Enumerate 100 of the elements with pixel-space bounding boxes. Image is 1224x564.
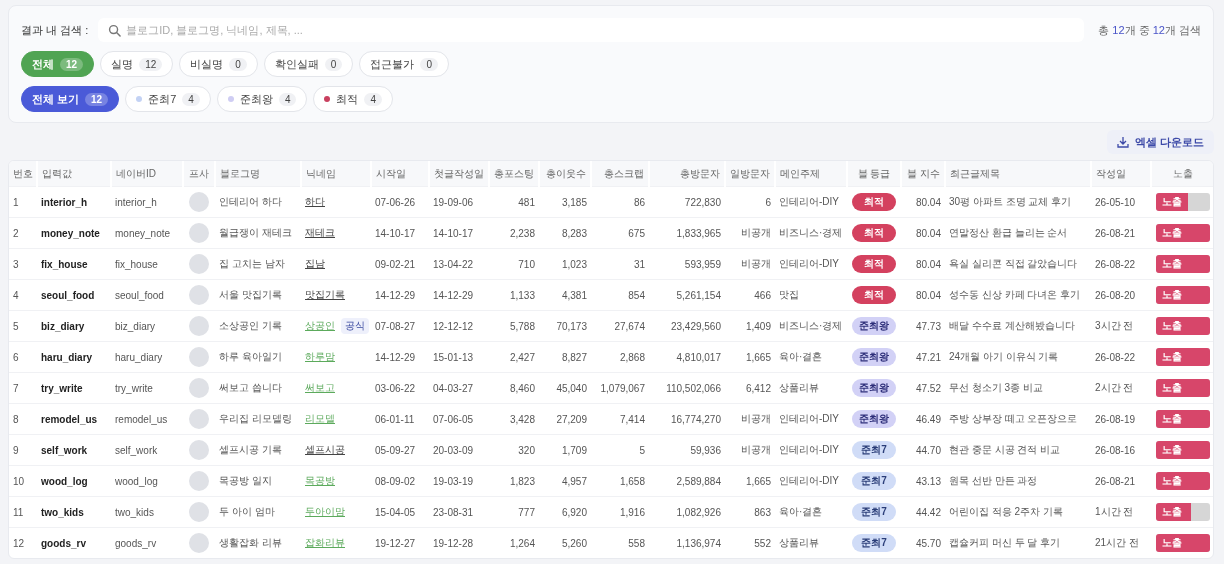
nickname-link[interactable]: 리모델	[305, 412, 335, 426]
table-cell: 1,665	[725, 465, 775, 497]
nickname-link[interactable]: 두아이맘	[305, 505, 345, 519]
grade-badge: 최적	[852, 224, 896, 242]
table-cell: 04-03-27	[429, 372, 489, 404]
filter-chip[interactable]: 전체 12	[21, 51, 95, 77]
table-cell: 23,429,560	[649, 310, 725, 342]
exposure-bar[interactable]: 노출	[1156, 286, 1210, 304]
grade-badge: 준최7	[852, 472, 896, 490]
table-cell: 3시간 전	[1091, 310, 1151, 342]
exposure-bar[interactable]: 노출	[1156, 534, 1210, 552]
table-cell: 3,185	[539, 186, 591, 218]
table-cell: haru_diary	[111, 341, 183, 373]
table-cell: two_kids	[111, 496, 183, 528]
table-cell: 59,936	[649, 434, 725, 466]
table-cell: 07-06-26	[371, 186, 429, 218]
table-cell: 19-09-06	[429, 186, 489, 218]
nickname-link[interactable]: 하다	[305, 195, 325, 209]
table-cell: 44.42	[901, 496, 945, 528]
table-cell: 1,665	[725, 341, 775, 373]
exposure-bar[interactable]: 노출	[1156, 503, 1210, 521]
table-cell: 2,589,884	[649, 465, 725, 497]
table-cell: self_work	[37, 434, 111, 466]
filter-chip[interactable]: 비실명 0	[179, 51, 258, 77]
table-cell: 12	[9, 527, 37, 558]
nickname-link[interactable]: 목공방	[305, 474, 335, 488]
search-label: 결과 내 검색 :	[21, 22, 89, 38]
filter-chip[interactable]: 실명 12	[100, 51, 174, 77]
avatar-icon	[189, 316, 209, 336]
exposure-bar[interactable]: 노출	[1156, 255, 1210, 273]
nickname-link[interactable]: 하루맘	[305, 350, 335, 364]
table-cell: 6,412	[725, 372, 775, 404]
table-cell: 8,460	[489, 372, 539, 404]
nickname-link[interactable]: 써보고	[305, 381, 335, 395]
table-cell: 비공개	[725, 248, 775, 280]
table-cell: 1시간 전	[1091, 496, 1151, 528]
excel-download-button[interactable]: 엑셀 다운로드	[1106, 130, 1214, 154]
table-cell: 배달 수수료 계산해봤습니다	[945, 310, 1091, 342]
table-cell: 셀프시공 기록	[215, 434, 301, 466]
column-header: 메인주제	[775, 161, 847, 187]
table-cell: 481	[489, 186, 539, 218]
table-cell: seoul_food	[111, 279, 183, 311]
column-header: 첫글작성일	[429, 161, 489, 187]
table-cell: 31	[591, 248, 649, 280]
table-cell: 777	[489, 496, 539, 528]
exposure-bar[interactable]: 노출	[1156, 441, 1210, 459]
nickname-link[interactable]: 재테크	[305, 226, 335, 240]
table-cell: 육아·결혼	[775, 341, 847, 373]
search-field[interactable]: 블로그ID, 블로그명, 닉네임, 제목, ...	[98, 18, 1085, 42]
table-cell: 6	[725, 186, 775, 218]
table-cell: 5,260	[539, 527, 591, 558]
table-cell: 4,381	[539, 279, 591, 311]
nickname-link[interactable]: 맛집기록	[305, 288, 345, 302]
grade-badge: 준최왕	[852, 317, 896, 335]
table-cell: 05-09-27	[371, 434, 429, 466]
exposure-bar[interactable]: 노출	[1156, 472, 1210, 490]
column-header: 번호	[9, 161, 37, 187]
table-cell: 7,414	[591, 403, 649, 435]
table-cell: 8,283	[539, 217, 591, 249]
column-header: 블 지수	[901, 161, 945, 187]
column-header: 블 등급	[847, 161, 901, 187]
grade-badge: 최적	[852, 193, 896, 211]
table-cell: 45.70	[901, 527, 945, 558]
nickname-link[interactable]: 집남	[305, 257, 325, 271]
exposure-bar[interactable]: 노출	[1156, 193, 1210, 211]
grade-filter-chip[interactable]: 전체 보기 12	[21, 86, 120, 112]
table-cell: 1,264	[489, 527, 539, 558]
grade-filter-chip[interactable]: 최적 4	[313, 86, 393, 112]
grade-badge: 준최왕	[852, 379, 896, 397]
table-cell: 19-12-27	[371, 527, 429, 558]
filter-chip[interactable]: 확인실패 0	[263, 51, 354, 77]
grade-filter-chip[interactable]: 준최왕 4	[216, 86, 308, 112]
exposure-bar[interactable]: 노출	[1156, 379, 1210, 397]
exposure-bar[interactable]: 노출	[1156, 348, 1210, 366]
table-cell: 110,502,066	[649, 372, 725, 404]
filter-chip[interactable]: 접근불가 0	[359, 51, 449, 77]
grade-badge: 최적	[852, 255, 896, 273]
table-cell: 20-03-09	[429, 434, 489, 466]
table-cell: 1,023	[539, 248, 591, 280]
table-cell: 목공방 일지	[215, 465, 301, 497]
table-cell: 서울 맛집기록	[215, 279, 301, 311]
table-cell: 45,040	[539, 372, 591, 404]
table-cell: interior_h	[111, 186, 183, 218]
nickname-link[interactable]: 상공인	[305, 319, 335, 333]
table-cell: 1,658	[591, 465, 649, 497]
table-cell: 86	[591, 186, 649, 218]
grade-filter-chip[interactable]: 준최7 4	[125, 86, 211, 112]
column-header: 네이버ID	[111, 161, 183, 187]
exposure-bar[interactable]: 노출	[1156, 317, 1210, 335]
table-cell: 주방 상부장 떼고 오픈장으로	[945, 403, 1091, 435]
table-cell: haru_diary	[37, 341, 111, 373]
exposure-bar[interactable]: 노출	[1156, 410, 1210, 428]
column-header: 블로그명	[215, 161, 301, 187]
exposure-bar[interactable]: 노출	[1156, 224, 1210, 242]
column-header: 시작일	[371, 161, 429, 187]
nickname-link[interactable]: 셀프시공	[305, 443, 345, 457]
nickname-link[interactable]: 잡화리뷰	[305, 536, 345, 550]
table-cell: 27,209	[539, 403, 591, 435]
grade-badge: 최적	[852, 286, 896, 304]
table-cell: 14-10-17	[429, 217, 489, 249]
